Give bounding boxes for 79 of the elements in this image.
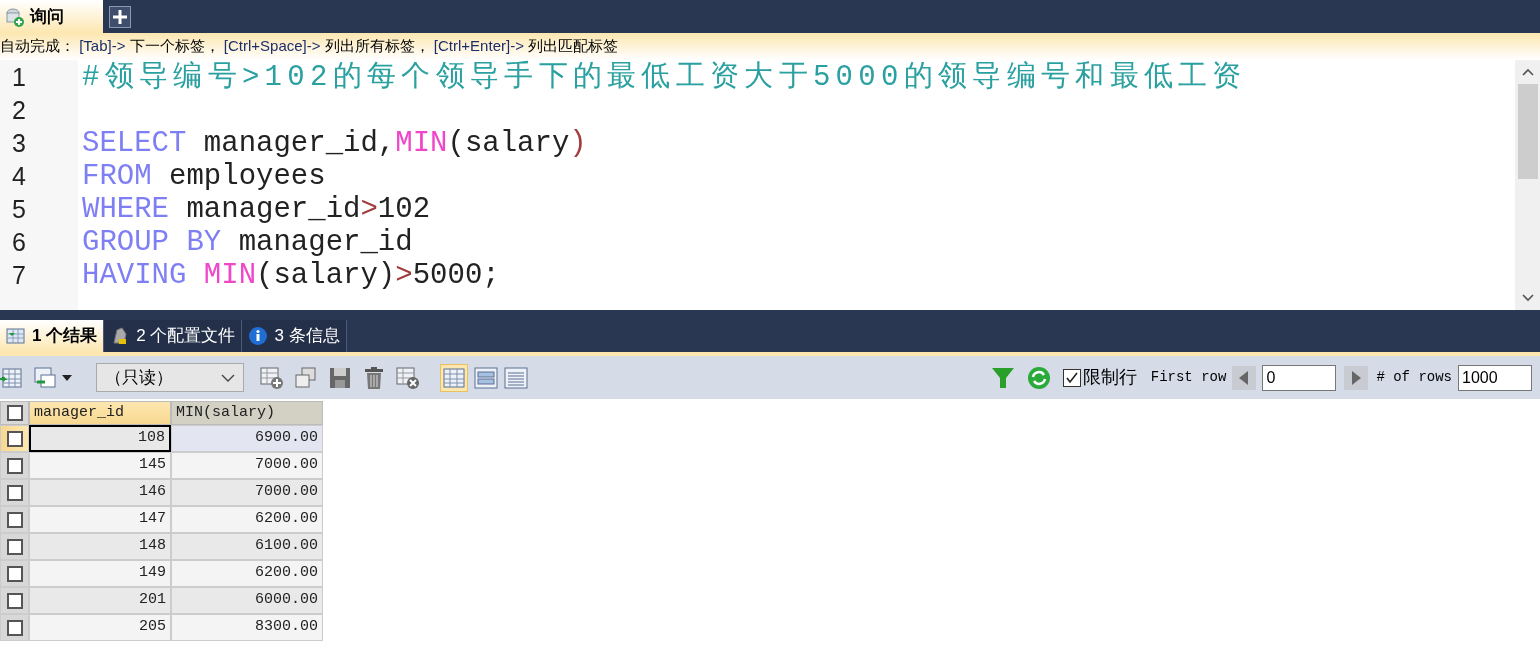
- scroll-down-icon[interactable]: [1521, 294, 1534, 302]
- result-tab[interactable]: 1 个结果: [0, 320, 105, 352]
- limit-rows-checkbox[interactable]: [1062, 368, 1081, 387]
- table-cell: 6200.00: [171, 560, 323, 587]
- table-cell: 7000.00: [171, 452, 323, 479]
- first-row-label: First row: [1150, 368, 1227, 387]
- row-checkbox[interactable]: [6, 484, 23, 501]
- add-tab-icon[interactable]: [109, 6, 131, 28]
- line-number: 6: [12, 230, 26, 255]
- line-number: 4: [12, 164, 26, 189]
- code-line: WHERE manager_id>102: [82, 195, 431, 224]
- row-checkbox[interactable]: [6, 565, 23, 582]
- save-icon[interactable]: [328, 365, 352, 390]
- table-cell: 7000.00: [171, 479, 323, 506]
- previous-icon[interactable]: [1232, 365, 1257, 390]
- code-line: FROM employees: [82, 162, 326, 191]
- table-cell: 201: [29, 587, 171, 614]
- table-cell: 205: [29, 614, 171, 641]
- row-checkbox[interactable]: [6, 619, 23, 636]
- row-count-label: # of rows: [1376, 368, 1452, 387]
- database-icon: [4, 5, 26, 28]
- row-header[interactable]: [0, 506, 29, 533]
- line-number: 5: [12, 197, 26, 222]
- line-number: 2: [12, 98, 26, 123]
- first-row-field[interactable]: 0: [1262, 364, 1337, 391]
- table-cell: 108: [29, 425, 171, 452]
- row-header[interactable]: [0, 452, 29, 479]
- table-cell: 149: [29, 560, 171, 587]
- row-checkbox[interactable]: [6, 538, 23, 555]
- code-line: SELECT manager_id,MIN(salary): [82, 129, 587, 158]
- line-number: 1: [12, 65, 26, 90]
- code-line: HAVING MIN(salary)>5000;: [82, 261, 500, 290]
- table-cell: 147: [29, 506, 171, 533]
- row-count-field[interactable]: 1000: [1458, 364, 1532, 391]
- column-header[interactable]: manager_id: [29, 401, 171, 425]
- table-cell: 6200.00: [171, 506, 323, 533]
- delete-icon[interactable]: [362, 365, 386, 390]
- column-header[interactable]: MIN(salary): [171, 401, 323, 425]
- line-number: 3: [12, 131, 26, 156]
- table-cell: 145: [29, 452, 171, 479]
- table-cell: 6100.00: [171, 533, 323, 560]
- info-icon: [248, 326, 269, 346]
- autocomplete-hint: 自动完成： [Tab]-> 下一个标签， [Ctrl+Space]-> 列出所有标签， [Ctrl+Enter]-> 列出匹配标签: [0, 33, 1540, 60]
- scroll-up-icon[interactable]: [1521, 68, 1534, 76]
- export-icon[interactable]: [34, 366, 56, 389]
- select-all-checkbox[interactable]: [6, 405, 23, 421]
- import-icon[interactable]: [0, 366, 22, 389]
- form-view-icon[interactable]: [474, 365, 498, 390]
- row-header[interactable]: [0, 587, 29, 614]
- grid-icon: [6, 327, 26, 345]
- table-cell: 6900.00: [171, 425, 323, 452]
- row-checkbox[interactable]: [6, 457, 23, 474]
- result-tab[interactable]: 3 条信息: [242, 320, 347, 352]
- line-number: 7: [12, 263, 26, 288]
- scrollbar[interactable]: [1515, 60, 1540, 310]
- mode-select[interactable]: （只读）: [96, 363, 244, 392]
- limit-rows-label: 限制行: [1082, 366, 1137, 389]
- next-icon[interactable]: [1344, 365, 1369, 390]
- scroll-thumb[interactable]: [1517, 84, 1538, 179]
- result-tab[interactable]: 2 个配置文件: [104, 320, 243, 352]
- table-cell: 148: [29, 533, 171, 560]
- row-header[interactable]: [0, 560, 29, 587]
- row-header[interactable]: [0, 479, 29, 506]
- refresh-icon[interactable]: [1026, 365, 1051, 390]
- table-cell: 6000.00: [171, 587, 323, 614]
- row-header[interactable]: [0, 533, 29, 560]
- row-checkbox[interactable]: [6, 430, 23, 447]
- caret-icon[interactable]: [62, 374, 72, 381]
- row-checkbox[interactable]: [6, 592, 23, 609]
- code-line: GROUP BY manager_id: [82, 228, 413, 257]
- chevron-down-icon: [221, 373, 235, 382]
- row-header[interactable]: [0, 614, 29, 641]
- discard-icon[interactable]: [396, 365, 420, 390]
- row-checkbox[interactable]: [6, 511, 23, 528]
- query-tab[interactable]: 询问: [0, 0, 103, 33]
- add-row-icon[interactable]: [260, 365, 284, 390]
- table-cell: 8300.00: [171, 614, 323, 641]
- table-cell: 146: [29, 479, 171, 506]
- row-header[interactable]: [0, 425, 29, 452]
